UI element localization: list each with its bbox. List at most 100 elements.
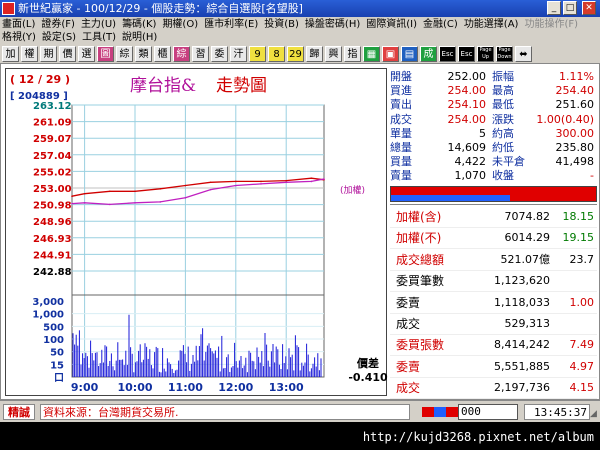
market-stat-change: 19.15 [562, 231, 595, 245]
resize-grip-icon[interactable]: ◢ [590, 409, 598, 419]
data-source-text: 資料來源：台灣期貨交易所. [40, 404, 410, 420]
market-stat-change: 23.7 [569, 252, 595, 266]
title-bar: 新世紀贏家 - 100/12/29 - 個股走勢：綜合自選股[名望股] _ □ … [0, 0, 600, 17]
volume-tick-label: 50 [50, 348, 64, 359]
window-title: 新世紀贏家 - 100/12/29 - 個股走勢：綜合自選股[名望股] [18, 2, 303, 15]
futures-price-point [184, 184, 187, 187]
weighted-index-point [285, 181, 288, 184]
toolbar-button[interactable]: 價 [59, 46, 76, 62]
toolbar-button[interactable]: ▦ [363, 46, 380, 62]
time-tick-label: 13:00 [269, 381, 304, 394]
toolbar-button[interactable]: 選 [78, 46, 95, 62]
toolbar-button[interactable]: 汗 [230, 46, 247, 62]
market-stat-row: 委買筆數 1,123,620 [390, 270, 597, 293]
quote-row: 單量 5 約高 300.00 [390, 127, 597, 141]
market-stat-label: 委賣 [396, 295, 421, 310]
market-stat-value: 521.07億 [500, 252, 551, 266]
menu-item[interactable]: 匯市利率(E) [204, 19, 258, 30]
menu-item[interactable]: 籌碼(K) [122, 19, 156, 30]
app-icon [2, 2, 15, 15]
toolbar-button[interactable]: 類 [135, 46, 152, 62]
quote-label: 賣量 [390, 169, 412, 183]
futures-price-point [71, 195, 73, 198]
menu-item[interactable]: 說明(H) [122, 32, 157, 43]
quote-value: - [590, 169, 594, 183]
market-stat-label: 委買筆數 [396, 274, 445, 289]
toolbar-button[interactable]: 9 [249, 46, 266, 62]
toolbar-button[interactable]: 加 [2, 46, 19, 62]
main-content: 263.12 261.09 259.07 257.04 255.02 253.00 250.… [0, 63, 600, 400]
menu-item[interactable]: 證券(F) [41, 19, 75, 30]
toolbar-button[interactable]: 29 [287, 46, 304, 62]
quote-value: 41,498 [555, 155, 595, 169]
weighted-index-point [109, 203, 111, 206]
toolbar-button[interactable]: 圖 [97, 46, 114, 62]
menu-item[interactable]: 格視(Y) [2, 32, 36, 43]
chart-volume-label: [ 204889 ] [10, 91, 68, 102]
market-stat-value: 8,414,242 [494, 338, 550, 352]
menu-item[interactable]: 工具(T) [82, 32, 116, 43]
toolbar-button[interactable]: Esc [458, 46, 475, 62]
market-stat-change: 18.15 [562, 210, 595, 223]
menu-item[interactable]: 金融(C) [423, 19, 458, 30]
menu-item[interactable]: 投資(B) [264, 19, 299, 30]
minimize-button[interactable]: _ [547, 1, 561, 15]
toolbar-button[interactable]: Page Up [477, 46, 494, 62]
volume-tick-label: 15 [50, 360, 64, 371]
toolbar-button[interactable]: 8 [268, 46, 285, 62]
quote-value: 251.60 [555, 98, 595, 112]
divider [390, 204, 597, 205]
quote-label: 買量 [390, 155, 412, 169]
toolbar-button[interactable]: 綜 [116, 46, 133, 62]
quote-label: 振幅 [492, 70, 514, 83]
menu-item[interactable]: 國際資訊(I) [366, 19, 417, 30]
toolbar-button[interactable]: 期 [40, 46, 57, 62]
weighted-index-point [71, 202, 73, 205]
futures-price-point [260, 180, 262, 183]
maximize-button[interactable]: □ [563, 1, 577, 15]
toolbar: 加權期價選圖綜類櫃綜習委汗 9 8 29 歸興指 ▦ ▣ ▤ 成 Esc Esc Page Up Pag… [0, 45, 600, 63]
toolbar-button[interactable]: 指 [344, 46, 361, 62]
quote-value: 4,422 [454, 155, 487, 169]
toolbar-button[interactable]: 綜 [173, 46, 190, 62]
toolbar-button[interactable]: 成 [420, 46, 437, 62]
futures-price-point [235, 180, 237, 183]
market-stat-label: 委買張數 [396, 338, 445, 353]
quote-label: 總量 [390, 141, 412, 154]
market-stat-label: 成交總額 [396, 252, 445, 267]
market-stat-row: 加權(不) 6014.29 19.15 [390, 227, 597, 250]
toolbar-button[interactable]: ⬌ [515, 46, 532, 62]
toolbar-button[interactable]: 櫃 [154, 46, 171, 62]
toolbar-button[interactable]: 興 [325, 46, 342, 62]
quote-label: 最低 [492, 98, 514, 112]
menu-item[interactable]: 主力(U) [81, 19, 116, 30]
intraday-chart[interactable]: 263.12 261.09 259.07 257.04 255.02 253.00 250.… [6, 69, 388, 397]
menu-item[interactable]: 功能選擇(A) [464, 19, 519, 30]
toolbar-button[interactable]: 權 [21, 46, 38, 62]
time-tick-label: 12:00 [218, 381, 253, 394]
market-stat-label: 成交 [396, 381, 421, 396]
code-input[interactable]: 000 [458, 404, 518, 420]
toolbar-button[interactable]: 委 [211, 46, 228, 62]
broker-badge: 精誠 [3, 404, 35, 420]
toolbar-button[interactable]: ▣ [382, 46, 399, 62]
toolbar-button[interactable]: ▤ [401, 46, 418, 62]
menu-item[interactable]: 畫面(L) [2, 19, 35, 30]
toolbar-button[interactable]: 歸 [306, 46, 323, 62]
menu-item[interactable]: 操盤密碼(H) [305, 19, 360, 30]
quote-value: 254.40 [555, 84, 595, 98]
chart-panel[interactable]: 263.12 261.09 259.07 257.04 255.02 253.00 250.… [5, 68, 388, 397]
price-tick-label: 244.91 [33, 250, 72, 261]
quote-value: 1.00(0.40) [536, 112, 594, 126]
menu-item[interactable]: 設定(S) [42, 32, 76, 43]
toolbar-button[interactable]: Page Down [496, 46, 513, 62]
toolbar-button[interactable]: 習 [192, 46, 209, 62]
market-stat-row: 成交 2,197,736 4.15 [390, 377, 597, 400]
weighted-index-point [323, 178, 325, 180]
close-button[interactable]: ✕ [582, 1, 596, 15]
price-tick-label: 248.96 [33, 217, 72, 228]
menu-item[interactable]: 期權(O) [162, 19, 198, 30]
weighted-index-point [260, 183, 262, 185]
market-stat-row: 加權(含) 7074.82 18.15 [390, 206, 597, 228]
toolbar-button[interactable]: Esc [439, 46, 456, 62]
